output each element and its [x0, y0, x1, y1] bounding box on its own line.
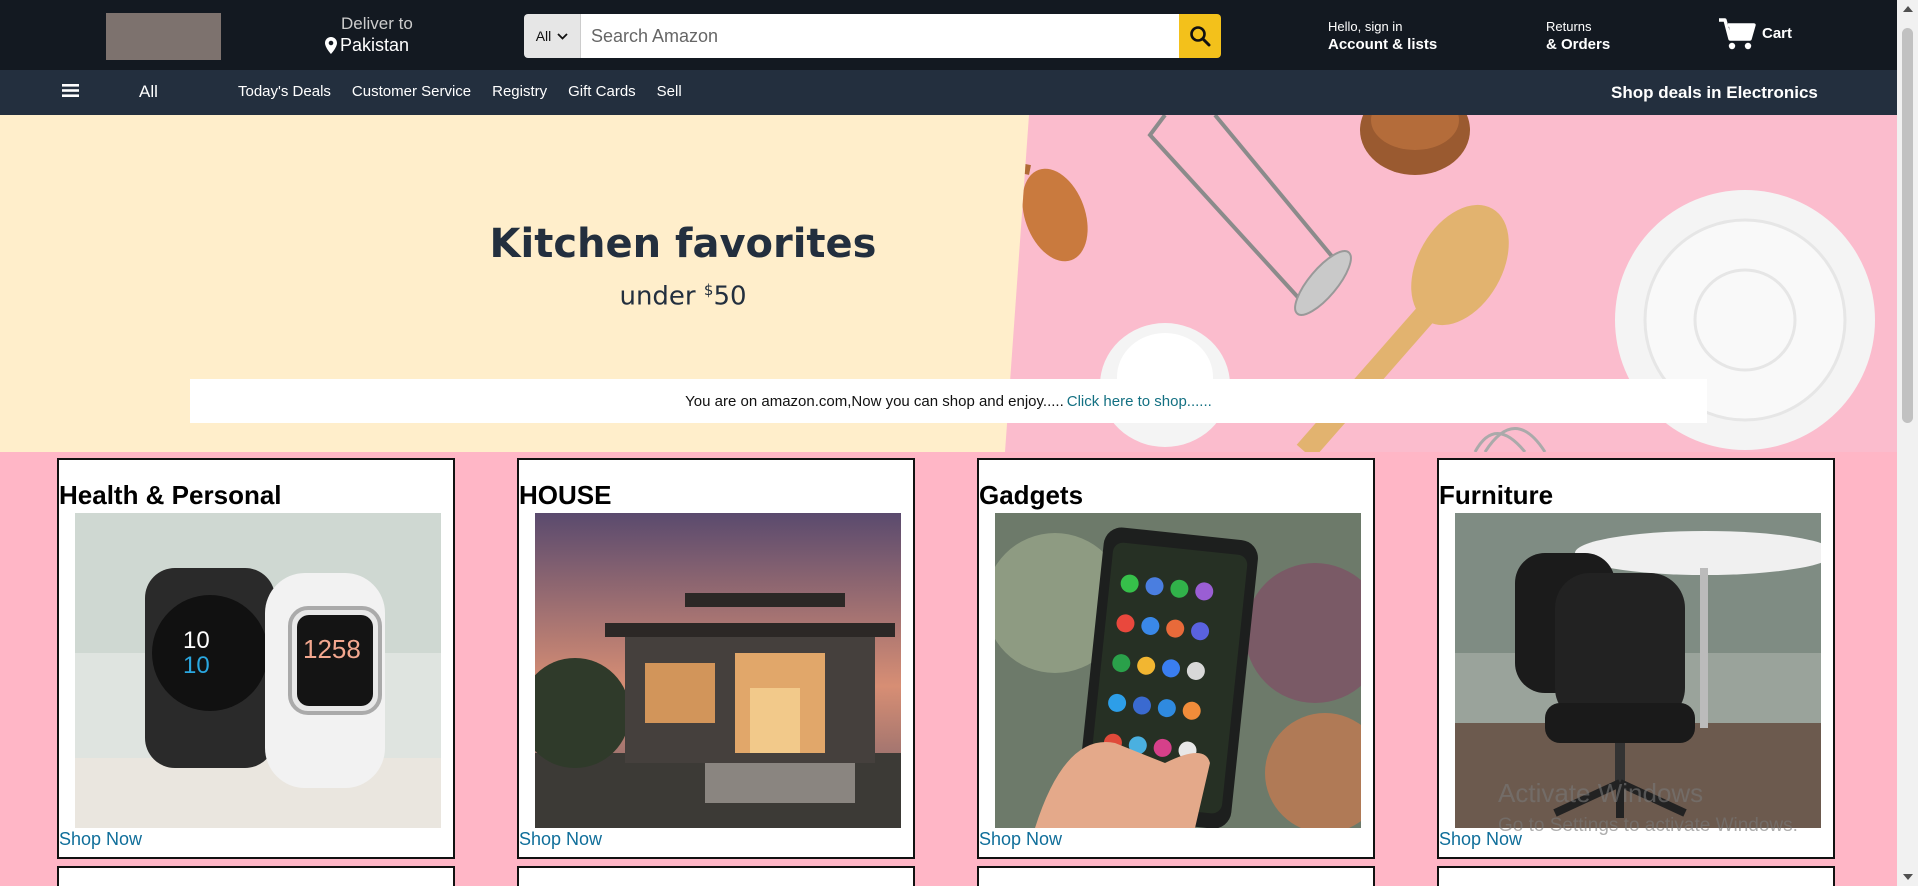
hero-subtitle-prefix: under	[619, 281, 704, 312]
scrollbar-thumb[interactable]	[1902, 28, 1913, 423]
card-title: HOUSE	[519, 480, 612, 510]
orders-label: & Orders	[1546, 36, 1611, 53]
notice-banner: You are on amazon.com,Now you can shop a…	[190, 379, 1707, 423]
nav-link-registry[interactable]: Registry	[492, 83, 547, 100]
category-card-health: Health & Personal 10 10 1258 Shop Now	[57, 458, 455, 859]
search-button[interactable]	[1179, 14, 1221, 58]
search-icon	[1190, 26, 1211, 47]
location-pin-icon	[325, 37, 337, 54]
card-title: Health & Personal	[59, 480, 282, 510]
nav-link-customer-service[interactable]: Customer Service	[352, 83, 471, 100]
hamburger-menu-icon[interactable]	[62, 83, 79, 98]
returns-orders[interactable]: Returns & Orders	[1546, 19, 1610, 53]
page: Deliver to Pakistan All Hello, sign in A…	[0, 0, 1897, 886]
account-greeting: Hello, sign in	[1328, 19, 1403, 34]
svg-text:10: 10	[183, 652, 210, 679]
cart-icon	[1719, 18, 1756, 50]
sub-nav: All Today's Deals Customer Service Regis…	[0, 70, 1897, 115]
subnav-links: Today's Deals Customer Service Registry …	[238, 83, 682, 100]
category-card-row2	[977, 866, 1375, 886]
notice-text: You are on amazon.com,Now you can shop a…	[685, 392, 1064, 410]
shop-now-link[interactable]: Shop Now	[59, 829, 142, 850]
cart-label: Cart	[1762, 25, 1793, 42]
activate-windows-watermark: Activate Windows	[1498, 778, 1704, 808]
account-lists[interactable]: Hello, sign in Account & lists	[1328, 19, 1437, 53]
vertical-scrollbar[interactable]	[1897, 0, 1918, 886]
search-category-select[interactable]: All	[524, 14, 581, 58]
nav-link-todays-deals[interactable]: Today's Deals	[238, 83, 331, 100]
chevron-down-icon	[557, 32, 568, 40]
card-title: Gadgets	[979, 480, 1084, 510]
scroll-down-icon[interactable]	[1903, 874, 1913, 880]
category-card-row2	[57, 866, 455, 886]
search-bar: All	[524, 14, 1221, 58]
hero-subtitle: under $50	[0, 281, 1366, 312]
nav-link-gift-cards[interactable]: Gift Cards	[568, 83, 636, 100]
returns-label: Returns	[1546, 19, 1592, 34]
shop-deals-electronics[interactable]: Shop deals in Electronics	[1611, 83, 1818, 103]
category-card-row2	[517, 866, 915, 886]
activate-windows-watermark-sub: Go to Settings to activate Windows.	[1498, 815, 1798, 836]
top-nav: Deliver to Pakistan All Hello, sign in A…	[0, 0, 1897, 70]
scroll-up-icon[interactable]	[1903, 6, 1913, 12]
hero-subtitle-currency: $	[703, 281, 714, 299]
category-card-house: HOUSE Shop Now	[517, 458, 915, 859]
deliver-label: Deliver to	[341, 14, 413, 33]
house-image[interactable]	[535, 513, 901, 828]
click-here-to-shop-link[interactable]: Click here to shop......	[1067, 393, 1212, 410]
hero-subtitle-amount: 50	[713, 281, 747, 312]
svg-text:10: 10	[183, 627, 210, 654]
deliver-to[interactable]: Deliver to Pakistan	[325, 14, 413, 56]
category-card-gadgets: Gadgets Shop Now	[977, 458, 1375, 859]
shop-now-link[interactable]: Shop Now	[519, 829, 602, 850]
all-menu[interactable]: All	[139, 82, 158, 102]
account-label: Account & lists	[1328, 36, 1438, 53]
svg-text:1258: 1258	[303, 634, 361, 664]
smartphone-image[interactable]	[995, 513, 1361, 828]
hero-title: Kitchen favorites	[489, 221, 877, 267]
search-category-label: All	[535, 28, 552, 44]
amazon-logo[interactable]	[106, 13, 221, 60]
cart-button[interactable]: Cart	[1718, 17, 1792, 51]
deliver-location: Pakistan	[325, 35, 413, 56]
deliver-location-text: Pakistan	[340, 35, 410, 55]
category-card-row2	[1437, 866, 1835, 886]
card-title: Furniture	[1439, 480, 1554, 510]
shop-now-link[interactable]: Shop Now	[979, 829, 1062, 850]
nav-link-sell[interactable]: Sell	[657, 83, 682, 100]
search-input[interactable]	[581, 14, 1179, 58]
smartwatches-image[interactable]: 10 10 1258	[75, 513, 441, 828]
